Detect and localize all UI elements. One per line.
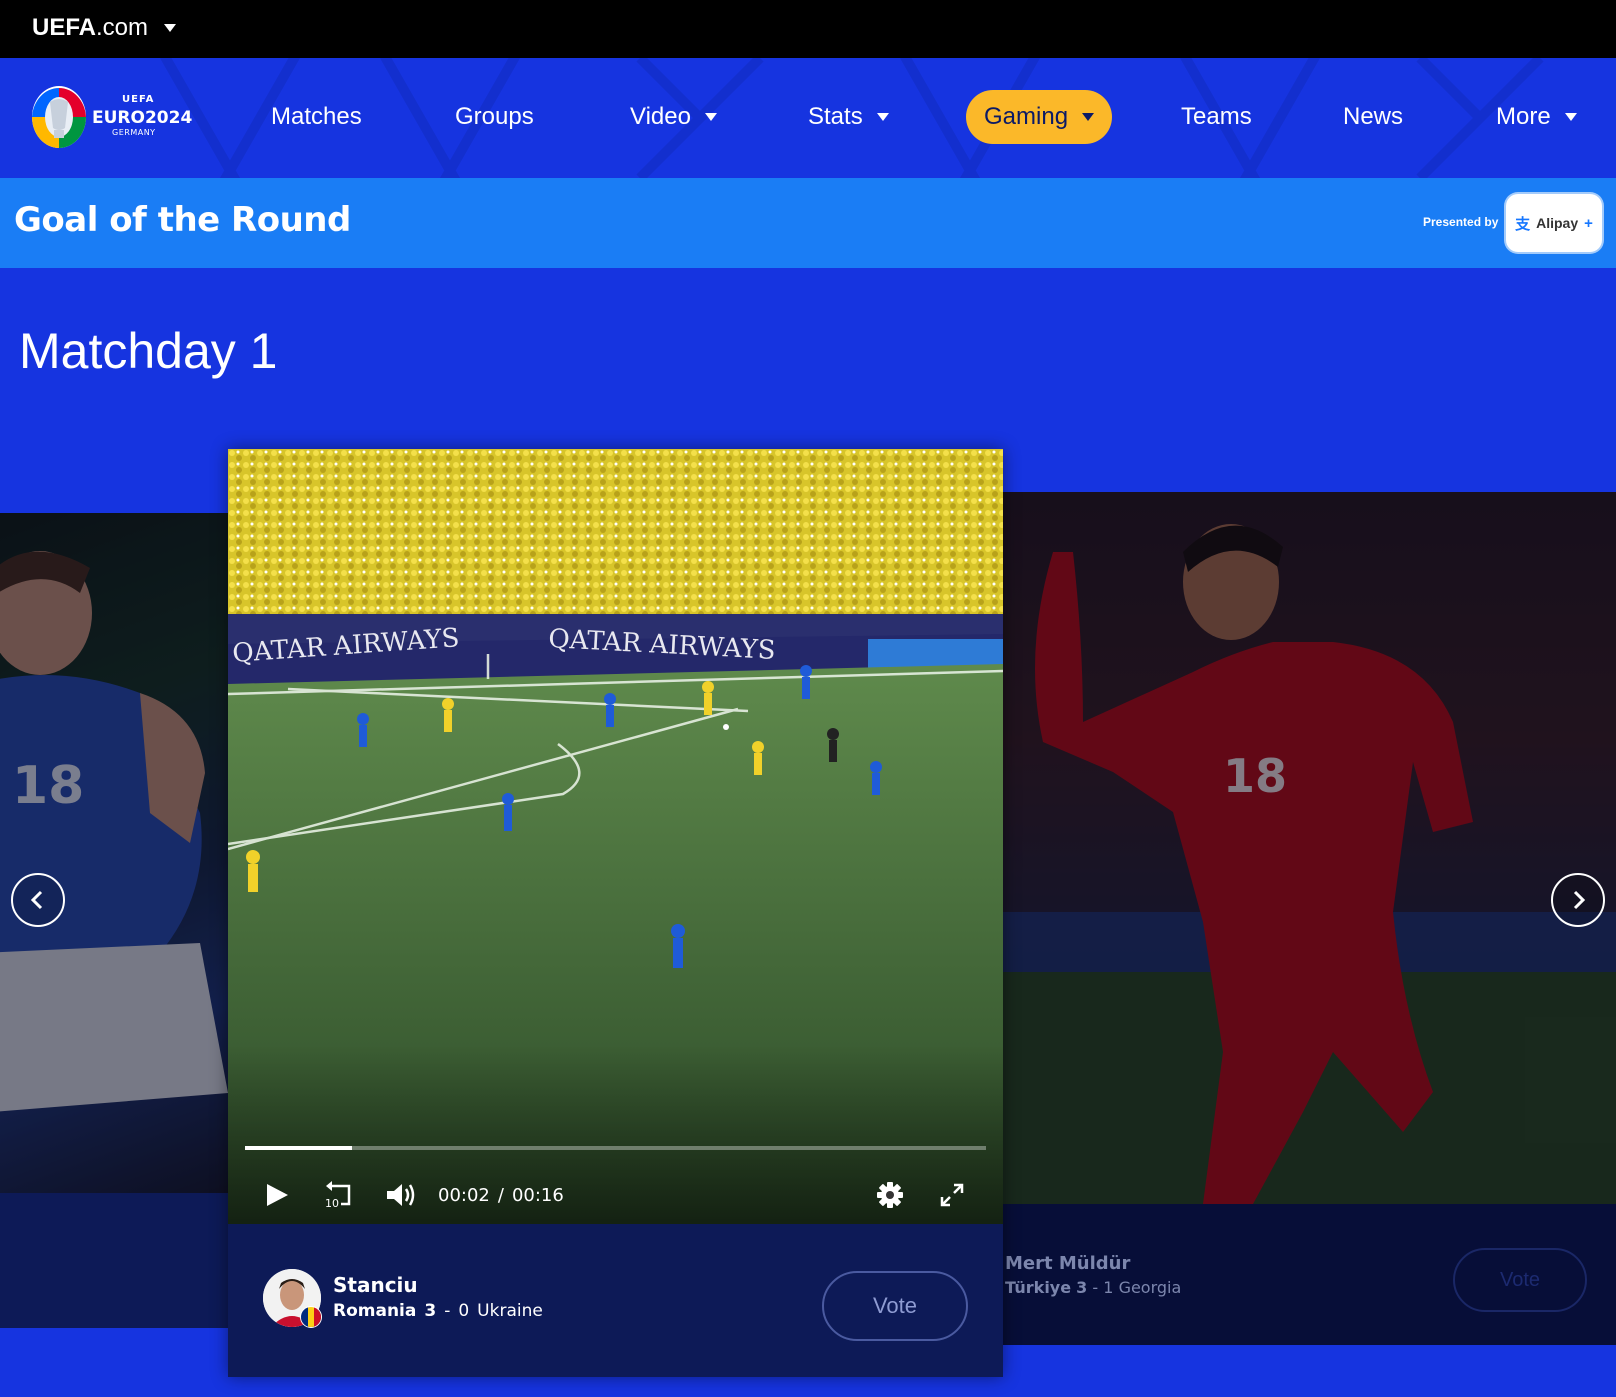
nav-item-label: Stats	[808, 103, 863, 130]
chevron-right-icon	[1573, 890, 1586, 910]
carousel-card-footer: Stanciu Romania 3 - 0 Ukraine Vote	[228, 1224, 1003, 1377]
sponsor-logo[interactable]: 支 Alipay +	[1506, 194, 1602, 252]
video-progress-fill	[245, 1146, 353, 1150]
nav-item-stats[interactable]: Stats	[808, 90, 889, 144]
inactive-overlay	[1003, 492, 1616, 1204]
carousel-card-active: QATAR AIRWAYS QATAR AIRWAYS 10 00:02 / 0…	[228, 449, 1003, 1377]
nav-item-label: Teams	[1181, 103, 1252, 130]
logo-country-text: GERMANY	[112, 128, 156, 137]
nav-item-label: More	[1496, 103, 1551, 130]
sponsor-name: Alipay	[1536, 215, 1579, 231]
logo-uefa-text: UEFA	[122, 94, 155, 105]
volume-button[interactable]	[385, 1177, 417, 1213]
home-score: 3	[424, 1301, 437, 1321]
video-player[interactable]: QATAR AIRWAYS QATAR AIRWAYS 10 00:02 / 0…	[228, 449, 1003, 1224]
goal-match-score: Türkiye 3 - 1 Georgia	[1005, 1278, 1181, 1297]
presented-by-label: Presented by	[1423, 215, 1499, 229]
inactive-overlay	[0, 513, 228, 1193]
goal-of-the-round-banner: Goal of the Round Presented by 支 Alipay …	[0, 178, 1616, 268]
main-nav: UEFA EURO2024 GERMANY Matches Groups Vid…	[0, 58, 1616, 178]
away-team: Ukraine	[477, 1301, 543, 1321]
nav-item-label: News	[1343, 103, 1404, 130]
nav-item-label: Matches	[271, 103, 362, 130]
away-score: 1	[1103, 1278, 1114, 1297]
carousel-card-footer	[0, 1193, 228, 1328]
nav-item-video[interactable]: Video	[630, 90, 717, 144]
nav-item-teams[interactable]: Teams	[1181, 90, 1252, 144]
trophy-logo-icon	[32, 86, 86, 148]
nav-item-groups[interactable]: Groups	[455, 90, 534, 144]
carousel-prev-button[interactable]	[11, 873, 65, 927]
caret-down-icon	[1564, 113, 1577, 121]
fullscreen-button[interactable]	[939, 1177, 965, 1213]
settings-button[interactable]	[876, 1177, 904, 1213]
play-icon	[267, 1184, 288, 1206]
alipay-plus-icon: +	[1584, 214, 1593, 232]
uefa-brand-text: UEFA.com	[32, 14, 149, 41]
duration: 00:16	[511, 1184, 564, 1206]
goal-player-name: Stanciu	[333, 1273, 418, 1297]
goal-thumbnail-image: 18	[0, 513, 228, 1193]
score-dash: -	[444, 1301, 451, 1321]
play-button[interactable]	[263, 1177, 291, 1213]
vote-button[interactable]: Vote	[1453, 1248, 1587, 1312]
nav-item-gaming[interactable]: Gaming	[966, 90, 1113, 144]
goal-thumbnail-image: 18	[1003, 492, 1616, 1204]
nav-item-label: Gaming	[984, 103, 1069, 130]
time-separator: /	[497, 1184, 504, 1206]
volume-icon	[387, 1184, 415, 1206]
logo-euro-text: EURO2024	[92, 108, 193, 128]
fullscreen-icon	[940, 1183, 964, 1207]
vote-button[interactable]: Vote	[822, 1271, 968, 1341]
chevron-left-icon	[30, 890, 43, 910]
alipay-icon: 支	[1515, 215, 1531, 233]
euro2024-logo[interactable]: UEFA EURO2024 GERMANY	[30, 84, 193, 150]
caret-down-icon	[876, 113, 889, 121]
home-team: Türkiye	[1005, 1278, 1072, 1297]
score-dash: -	[1092, 1278, 1099, 1297]
top-bar: UEFA.com	[0, 0, 1616, 58]
current-time: 00:02	[438, 1184, 490, 1206]
home-team: Romania	[333, 1301, 417, 1321]
away-team: Georgia	[1118, 1278, 1182, 1297]
goal-match-score: Romania 3 - 0 Ukraine	[333, 1301, 543, 1321]
nav-item-label: Groups	[455, 103, 534, 130]
nav-item-more[interactable]: More	[1496, 90, 1577, 144]
nav-item-label: Video	[630, 103, 691, 130]
nav-item-news[interactable]: News	[1343, 90, 1403, 144]
carousel-next-button[interactable]	[1551, 873, 1605, 927]
svg-text:10: 10	[325, 1197, 339, 1210]
video-progress-bar[interactable]	[245, 1146, 986, 1150]
carousel-card-next[interactable]: 18 Mert Müldür Türkiye 3 - 1 Georgia Vot…	[1003, 492, 1616, 1345]
replay-10-button[interactable]: 10	[323, 1177, 355, 1213]
banner-title: Goal of the Round	[14, 200, 351, 240]
caret-down-icon	[704, 113, 717, 121]
matchday-title: Matchday 1	[19, 323, 278, 379]
away-score: 0	[458, 1301, 470, 1321]
video-time: 00:02 / 00:16	[438, 1177, 564, 1213]
settings-icon	[877, 1182, 903, 1208]
caret-down-icon	[164, 24, 177, 32]
home-score: 3	[1076, 1278, 1088, 1297]
goal-player-name: Mert Müldür	[1005, 1253, 1131, 1274]
uefa-site-switcher[interactable]: UEFA.com	[32, 14, 177, 42]
caret-down-icon	[1082, 113, 1095, 121]
nav-item-matches[interactable]: Matches	[271, 90, 362, 144]
replay-10-icon: 10	[325, 1181, 351, 1210]
romania-flag-icon	[300, 1306, 322, 1328]
